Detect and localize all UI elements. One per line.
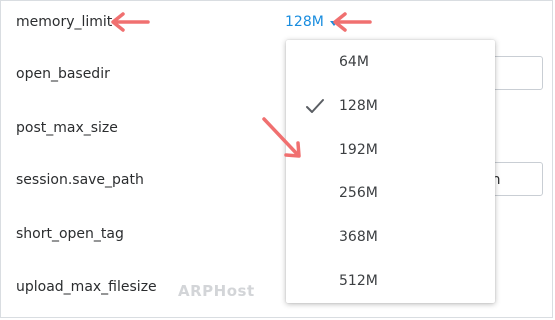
option-label: 256M — [339, 185, 378, 201]
arrow-icon — [262, 117, 301, 158]
memory-limit-dropdown: 64M 128M 192M 256M 368M 512M — [286, 40, 495, 303]
arrow-icon — [111, 12, 150, 32]
option-label: 512M — [339, 273, 378, 289]
label-open-basedir: open_basedir — [16, 66, 110, 82]
option-192m[interactable]: 192M — [286, 130, 495, 170]
option-256m[interactable]: 256M — [286, 173, 495, 213]
option-label: 64M — [339, 54, 369, 70]
label-short-open-tag: short_open_tag — [16, 226, 124, 242]
label-upload-max-filesize: upload_max_filesize — [16, 279, 157, 295]
label-session-save-path: session.save_path — [16, 172, 144, 188]
option-128m[interactable]: 128M — [286, 86, 495, 126]
memory-limit-value: 128M — [285, 14, 324, 30]
option-label: 192M — [339, 142, 378, 158]
option-label: 128M — [339, 98, 378, 114]
label-post-max-size: post_max_size — [16, 120, 118, 136]
label-memory-limit: memory_limit — [16, 14, 113, 30]
watermark-logo: ARPHost — [178, 282, 255, 300]
arrow-icon — [333, 12, 372, 32]
option-64m[interactable]: 64M — [286, 42, 495, 82]
option-368m[interactable]: 368M — [286, 217, 495, 257]
option-label: 368M — [339, 229, 378, 245]
option-512m[interactable]: 512M — [286, 261, 495, 301]
